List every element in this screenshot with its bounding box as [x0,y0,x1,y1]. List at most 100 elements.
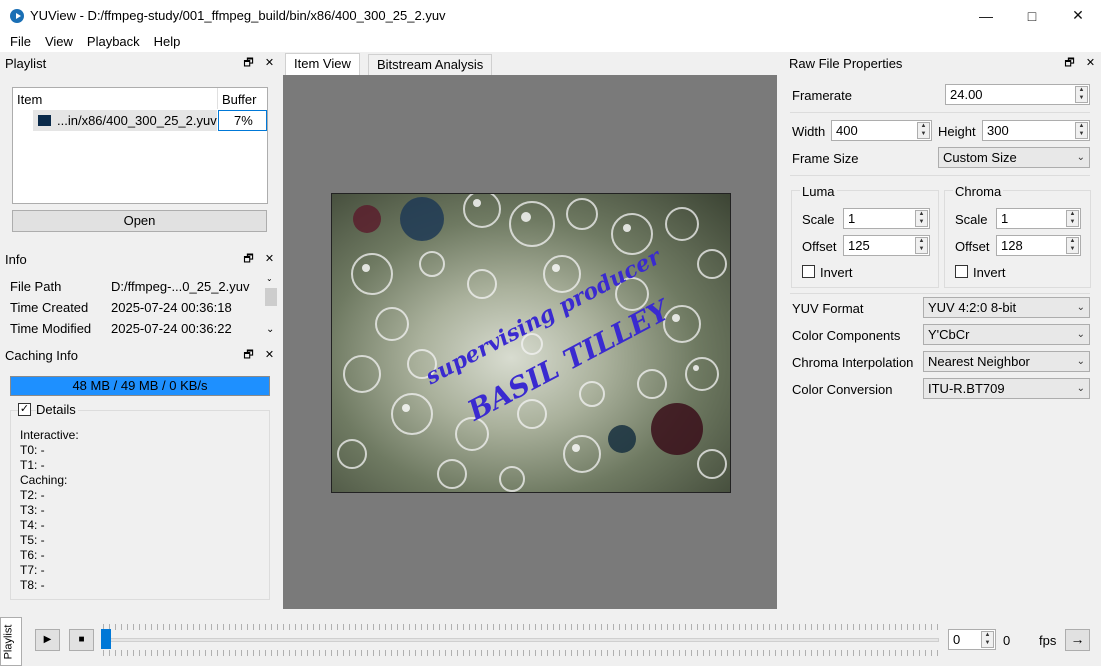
slider-ticks-bottom [103,650,939,656]
color-conversion-combo[interactable]: ITU-R.BT709 ⌄ [923,378,1090,399]
chroma-invert-checkbox[interactable] [955,265,968,278]
play-button[interactable]: ▶ [35,629,60,651]
film-icon [38,115,51,126]
menu-file[interactable]: File [3,34,38,49]
yuv-format-combo[interactable]: YUV 4:2:0 8-bit ⌄ [923,297,1090,318]
playlist-side-tab[interactable]: Playlist [0,617,22,666]
increment-icon[interactable]: ▲ [982,632,993,640]
close-icon[interactable]: ✕ [263,56,276,70]
scroll-down-icon[interactable]: ⌄ [266,324,274,335]
height-label: Height [938,124,976,139]
luma-offset-spinbox[interactable]: 125 ▲ ▼ [843,235,930,256]
fps-label: fps [1039,633,1057,648]
yuview-app-icon [10,8,24,23]
chroma-scale-spinbox[interactable]: 1 ▲ ▼ [996,208,1081,229]
color-conversion-value: ITU-R.BT709 [928,381,1005,396]
luma-scale-spinbox[interactable]: 1 ▲ ▼ [843,208,930,229]
chroma-offset-spinbox[interactable]: 128 ▲ ▼ [996,235,1081,256]
maximize-button[interactable]: □ [1009,0,1055,31]
luma-offset-label: Offset [802,239,837,254]
open-button[interactable]: Open [12,210,267,232]
info-key: Time Modified [10,321,92,336]
chroma-scale-value: 1 [1001,211,1009,226]
increment-icon[interactable]: ▲ [1067,211,1078,219]
next-frame-button[interactable]: → [1065,629,1090,651]
frame-spinbox[interactable]: 0 ▲ ▼ [948,629,996,650]
framerate-label: Framerate [792,88,852,103]
chevron-down-icon: ⌄ [1076,383,1085,394]
info-scrollbar[interactable]: ⌄ ⌄ [264,272,278,338]
width-spinbox[interactable]: 400 ▲ ▼ [831,120,932,141]
playlist-tree[interactable]: Item Buffer ...in/x86/400_300_25_2.yuv 7… [12,87,268,204]
float-icon[interactable]: 🗗 [242,252,255,266]
luma-scale-label: Scale [802,212,835,227]
column-item-header[interactable]: Item [17,92,42,107]
menu-view[interactable]: View [38,34,80,49]
framesize-value: Custom Size [943,150,1017,165]
frame-slider-track[interactable] [103,638,939,642]
width-label: Width [792,124,826,139]
float-icon[interactable]: 🗗 [242,56,255,70]
framerate-value: 24.00 [950,87,983,102]
increment-icon[interactable]: ▲ [918,123,929,131]
close-icon[interactable]: ✕ [1084,56,1097,70]
height-spinbox[interactable]: 300 ▲ ▼ [982,120,1090,141]
frame-slider-handle[interactable] [101,629,111,649]
decrement-icon[interactable]: ▼ [918,131,929,139]
luma-scale-value: 1 [848,211,856,226]
caching-line: Caching: [20,473,68,487]
luma-offset-value: 125 [848,238,870,253]
separator [790,112,1090,113]
decrement-icon[interactable]: ▼ [916,246,927,254]
yuv-format-value: YUV 4:2:0 8-bit [928,300,1017,315]
caching-line: T0: - [20,443,45,457]
title-bar: YUView - D:/ffmpeg-study/001_ffmpeg_buil… [0,0,1101,31]
framesize-combo[interactable]: Custom Size ⌄ [938,147,1090,168]
float-icon[interactable]: 🗗 [242,348,255,362]
minimize-button[interactable]: — [963,0,1009,31]
luma-invert-checkbox[interactable] [802,265,815,278]
caching-line: T1: - [20,458,45,472]
decrement-icon[interactable]: ▼ [1076,131,1087,139]
chevron-down-icon: ⌄ [1076,152,1085,163]
column-buffer-header[interactable]: Buffer [222,92,256,107]
increment-icon[interactable]: ▲ [916,238,927,246]
details-checkbox[interactable]: ✓ [18,403,31,416]
decrement-icon[interactable]: ▼ [1067,246,1078,254]
stop-button[interactable]: ■ [69,629,94,651]
chroma-interp-combo[interactable]: Nearest Neighbor ⌄ [923,351,1090,372]
close-button[interactable]: ✕ [1055,0,1101,31]
playlist-row[interactable]: ...in/x86/400_300_25_2.yuv [33,110,217,131]
frame-value: 0 [953,632,961,647]
info-dock-title: Info 🗗 ✕ [0,249,280,270]
scroll-thumb[interactable] [265,288,277,306]
item-view-canvas[interactable]: supervising producer BASIL TILLEY [283,75,777,609]
tab-bitstream-analysis[interactable]: Bitstream Analysis [368,54,493,75]
framesize-label: Frame Size [792,151,859,166]
decrement-icon[interactable]: ▼ [1076,95,1087,103]
info-value: 2025-07-24 00:36:18 [111,300,232,315]
separator [790,175,1090,176]
increment-icon[interactable]: ▲ [1076,123,1087,131]
close-icon[interactable]: ✕ [263,252,276,266]
menu-playback[interactable]: Playback [80,34,147,49]
menu-help[interactable]: Help [147,34,188,49]
tab-item-view[interactable]: Item View [285,53,360,75]
decrement-icon[interactable]: ▼ [916,219,927,227]
color-components-combo[interactable]: Y'CbCr ⌄ [923,324,1090,345]
cache-progress-bar: 48 MB / 49 MB / 0 KB/s [10,376,270,396]
increment-icon[interactable]: ▲ [1076,87,1087,95]
close-icon[interactable]: ✕ [263,348,276,362]
scroll-up-icon[interactable]: ⌄ [266,274,273,283]
increment-icon[interactable]: ▲ [916,211,927,219]
increment-icon[interactable]: ▲ [1067,238,1078,246]
color-components-label: Color Components [792,328,901,343]
framerate-spinbox[interactable]: 24.00 ▲ ▼ [945,84,1090,105]
chroma-offset-value: 128 [1001,238,1023,253]
decrement-icon[interactable]: ▼ [982,640,993,648]
decrement-icon[interactable]: ▼ [1067,219,1078,227]
caching-line: T8: - [20,578,45,592]
float-icon[interactable]: 🗗 [1063,56,1076,70]
info-value: D:/ffmpeg-...0_25_2.yuv [111,279,250,294]
info-panel: File Path D:/ffmpeg-...0_25_2.yuv Time C… [2,272,278,340]
